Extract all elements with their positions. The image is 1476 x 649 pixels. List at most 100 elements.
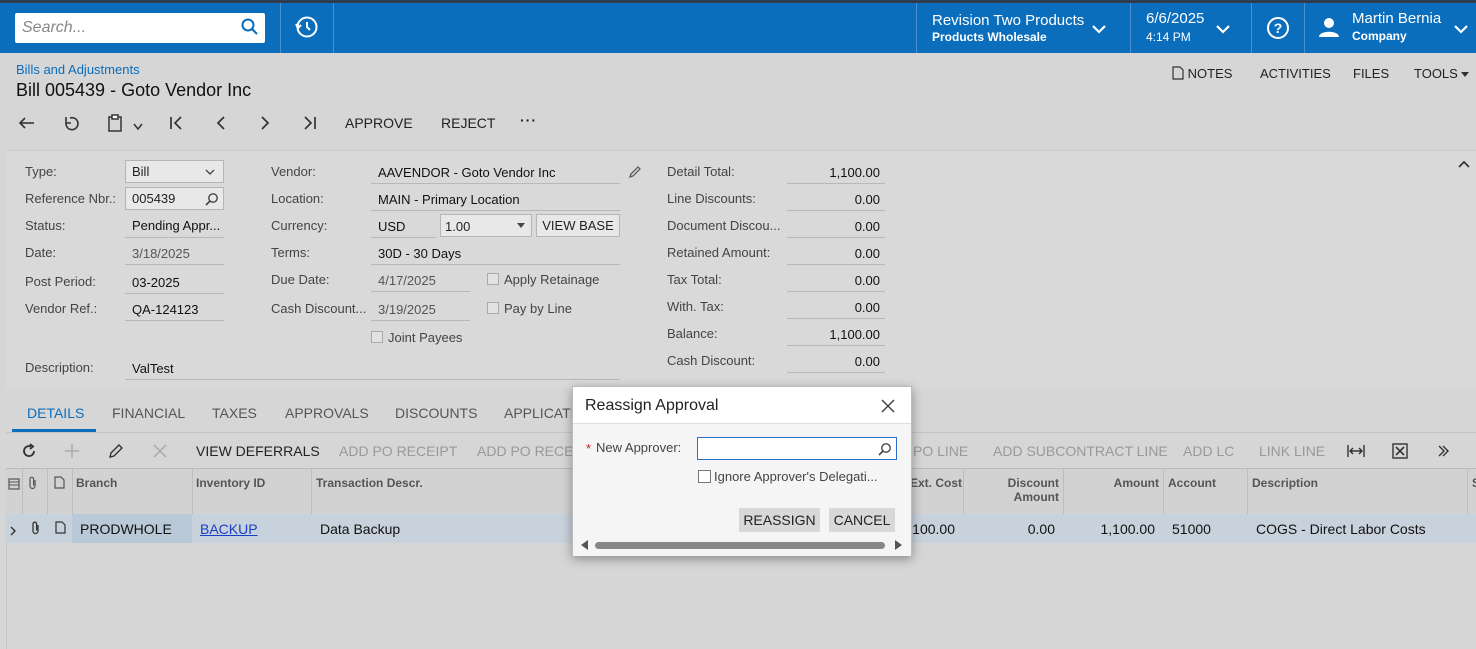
tab-taxes[interactable]: TAXES	[212, 405, 257, 421]
view-deferrals-button[interactable]: VIEW DEFERRALS	[196, 443, 320, 459]
ignore-delegation-checkbox[interactable]	[698, 470, 711, 483]
cell-account[interactable]: 51000	[1172, 521, 1211, 537]
cancel-button[interactable]: CANCEL	[829, 508, 895, 532]
breadcrumb[interactable]: Bills and Adjustments	[16, 62, 140, 77]
col-s[interactable]: S	[1472, 476, 1476, 490]
search-icon[interactable]	[241, 18, 259, 39]
due-date-value[interactable]: 4/17/2025	[378, 273, 436, 288]
document-discount-label: Document Discou...	[667, 218, 781, 233]
tab-details[interactable]: DETAILS	[27, 405, 84, 421]
refresh-icon[interactable]	[21, 443, 37, 462]
col-ext-cost[interactable]: Ext. Cost	[910, 476, 962, 490]
add-lc-button[interactable]: ADD LC	[1183, 443, 1234, 459]
link-line-button[interactable]: LINK LINE	[1259, 443, 1325, 459]
currency-value[interactable]: USD	[378, 219, 405, 234]
col-transaction-descr[interactable]: Transaction Descr.	[316, 476, 423, 490]
cell-inventory-link[interactable]: BACKUP	[200, 521, 258, 537]
approve-button[interactable]: APPROVE	[345, 115, 413, 131]
tab-applications[interactable]: APPLICATI	[504, 405, 575, 421]
joint-payees-checkbox[interactable]	[371, 331, 383, 343]
more-options-icon[interactable]	[1436, 444, 1450, 461]
detail-total-value: 1,100.00	[829, 165, 880, 180]
user-menu[interactable]: Martin Bernia Company	[1318, 3, 1476, 53]
date-value[interactable]: 3/18/2025	[132, 246, 190, 261]
last-record-icon[interactable]	[300, 114, 318, 135]
cell-branch[interactable]: PRODWHOLE	[80, 521, 172, 537]
tools-menu[interactable]: TOOLS	[1414, 66, 1470, 81]
previous-record-icon[interactable]	[212, 114, 230, 135]
cell-description[interactable]: COGS - Direct Labor Costs	[1256, 521, 1426, 537]
more-actions-button[interactable]: ···	[520, 112, 537, 128]
cash-discount-date-value[interactable]: 3/19/2025	[378, 302, 436, 317]
cell-transaction-descr[interactable]: Data Backup	[320, 521, 400, 537]
reject-button[interactable]: REJECT	[441, 115, 495, 131]
reassign-button[interactable]: REASSIGN	[739, 508, 820, 532]
col-discount-amount[interactable]: Discount Amount	[1006, 476, 1059, 504]
add-po-receipt-line-button[interactable]: ADD PO RECEI	[477, 443, 577, 459]
apply-retainage-label: Apply Retainage	[504, 272, 600, 287]
horizontal-scrollbar[interactable]	[573, 536, 911, 554]
vendor-value[interactable]: AAVENDOR - Goto Vendor Inc	[378, 165, 556, 180]
activities-link[interactable]: ACTIVITIES	[1260, 66, 1331, 81]
collapse-icon[interactable]	[1458, 155, 1470, 171]
add-po-line-button[interactable]: PO LINE	[913, 443, 968, 459]
scrollbar-thumb[interactable]	[595, 542, 885, 549]
attachment-icon[interactable]	[31, 521, 41, 538]
chevron-right-icon[interactable]	[10, 523, 17, 539]
ignore-delegation-label: Ignore Approver's Delegati...	[714, 469, 878, 484]
type-select[interactable]: Bill	[125, 160, 224, 183]
new-approver-input[interactable]	[697, 437, 897, 460]
help-icon[interactable]: ?	[1266, 16, 1290, 43]
add-po-receipt-button[interactable]: ADD PO RECEIPT	[339, 443, 457, 459]
add-row-icon[interactable]	[64, 443, 80, 462]
edit-vendor-icon[interactable]	[628, 165, 642, 182]
fit-columns-icon[interactable]	[1347, 443, 1365, 462]
chevron-down-icon[interactable]	[133, 118, 143, 134]
col-account[interactable]: Account	[1168, 476, 1216, 490]
search-box[interactable]: Search...	[15, 13, 265, 43]
top-bar: Search... Revision Two Products Products…	[0, 0, 1476, 53]
page-title: Bill 005439 - Goto Vendor Inc	[16, 80, 252, 100]
add-subcontract-line-button[interactable]: ADD SUBCONTRACT LINE	[993, 443, 1168, 459]
date-switcher[interactable]: 6/6/2025 4:14 PM	[1146, 3, 1241, 53]
undo-icon[interactable]	[62, 114, 80, 135]
pay-by-line-checkbox[interactable]	[487, 302, 499, 314]
vendor-ref-value[interactable]: QA-124123	[132, 302, 199, 317]
tab-approvals[interactable]: APPROVALS	[285, 405, 369, 421]
row-selector-icon[interactable]	[8, 477, 20, 493]
status-label: Status:	[25, 218, 66, 233]
export-excel-icon[interactable]	[1392, 443, 1408, 462]
currency-rate-value: 1.00	[445, 219, 471, 234]
cash-discount-value: 0.00	[854, 354, 880, 369]
apply-retainage-checkbox[interactable]	[487, 273, 499, 285]
col-amount[interactable]: Amount	[1106, 476, 1159, 490]
close-icon[interactable]	[881, 399, 895, 416]
notes-link[interactable]: NOTES	[1172, 66, 1232, 81]
cell-discount[interactable]: 0.00	[996, 521, 1055, 537]
description-value[interactable]: ValTest	[132, 361, 174, 376]
first-record-icon[interactable]	[168, 114, 186, 135]
reference-input[interactable]: 005439	[125, 187, 224, 210]
col-description[interactable]: Description	[1252, 476, 1318, 490]
col-inventory-id[interactable]: Inventory ID	[196, 476, 265, 490]
col-branch[interactable]: Branch	[76, 476, 117, 490]
tenant-switcher[interactable]: Revision Two Products Products Wholesale	[932, 3, 1112, 53]
tab-discounts[interactable]: DISCOUNTS	[395, 405, 477, 421]
back-icon[interactable]	[18, 114, 36, 135]
post-period-value[interactable]: 03-2025	[132, 275, 180, 290]
edit-icon[interactable]	[108, 443, 124, 462]
history-icon[interactable]	[294, 14, 320, 43]
tab-financial[interactable]: FINANCIAL	[112, 405, 185, 421]
cell-amount[interactable]: 1,100.00	[1086, 521, 1156, 537]
next-record-icon[interactable]	[256, 114, 274, 135]
files-link[interactable]: FILES	[1353, 66, 1389, 81]
user-name: Martin Bernia	[1352, 10, 1442, 27]
note-icon[interactable]	[55, 521, 66, 537]
view-base-button[interactable]: VIEW BASE	[536, 214, 620, 237]
clipboard-icon[interactable]	[107, 114, 123, 135]
currency-rate-select[interactable]: 1.00	[440, 214, 532, 237]
line-discounts-value: 0.00	[854, 192, 880, 207]
terms-value[interactable]: 30D - 30 Days	[378, 246, 461, 261]
delete-icon[interactable]	[153, 444, 167, 461]
location-value[interactable]: MAIN - Primary Location	[378, 192, 520, 207]
